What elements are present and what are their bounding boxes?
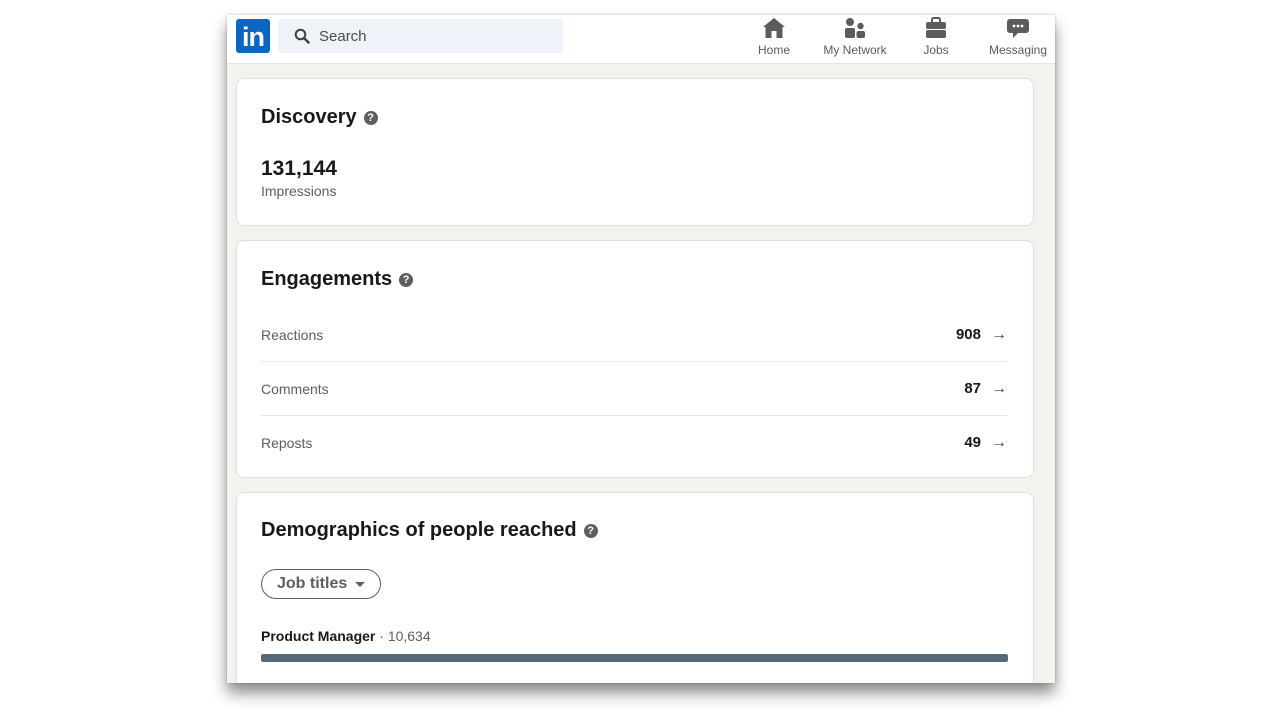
- help-icon[interactable]: ?: [399, 272, 414, 287]
- nav-jobs[interactable]: Jobs: [916, 17, 956, 61]
- nav-home-label: Home: [757, 43, 790, 57]
- engagement-label: Reactions: [261, 326, 324, 343]
- linkedin-logo[interactable]: in: [236, 19, 270, 53]
- engagement-value-group: 87 →: [964, 380, 1007, 398]
- messaging-icon: [1007, 19, 1029, 38]
- engagements-title: Engagements: [261, 268, 393, 290]
- arrow-right-icon: →: [991, 325, 1007, 343]
- demographic-count: 10,634: [387, 628, 431, 644]
- engagement-value: 908: [955, 326, 981, 343]
- demographic-bar-fill: [261, 654, 1008, 662]
- engagement-value-group: 908 →: [956, 326, 1007, 344]
- engagements-card: Engagements ? Reactions 908 → Comments 8…: [236, 240, 1034, 478]
- nav-my-network-label: My Network: [823, 43, 887, 57]
- top-navigation-bar: in Search Home My Network Jobs Messaging: [227, 15, 1055, 64]
- nav-messaging[interactable]: Messaging: [983, 17, 1053, 61]
- help-icon[interactable]: ?: [363, 110, 378, 125]
- impressions-value: 131,144: [261, 157, 337, 180]
- arrow-right-icon: →: [991, 379, 1007, 397]
- nav-my-network[interactable]: My Network: [817, 17, 893, 61]
- job-titles-dropdown[interactable]: Job titles: [261, 569, 382, 599]
- engagement-label: Reposts: [261, 434, 313, 451]
- search-box[interactable]: Search: [278, 19, 563, 53]
- discovery-title: Discovery: [261, 106, 357, 128]
- engagement-row-comments[interactable]: Comments 87 →: [261, 362, 1007, 416]
- engagement-row-reactions[interactable]: Reactions 908 →: [261, 308, 1007, 362]
- engagements-title-row: Engagements ?: [261, 268, 414, 291]
- engagement-row-reposts[interactable]: Reposts 49 →: [261, 416, 1007, 469]
- impressions-label: Impressions: [261, 183, 337, 199]
- search-placeholder: Search: [319, 28, 367, 45]
- discovery-card: Discovery ? 131,144 Impressions: [236, 78, 1034, 226]
- demographics-title: Demographics of people reached: [261, 519, 577, 541]
- demographic-title: Product Manager: [261, 628, 376, 644]
- demographics-title-row: Demographics of people reached ?: [261, 519, 598, 542]
- demographic-item: Product Manager · 10,634: [261, 628, 431, 644]
- engagement-value: 49: [964, 434, 981, 451]
- engagement-value: 87: [964, 380, 981, 397]
- caret-down-icon: [355, 581, 366, 587]
- nav-home[interactable]: Home: [754, 17, 794, 61]
- demographic-separator: ·: [375, 628, 388, 644]
- linkedin-window: in Search Home My Network Jobs Messaging…: [227, 15, 1055, 683]
- jobs-icon: [926, 17, 946, 38]
- demographic-bar-track: [261, 654, 1008, 662]
- help-icon[interactable]: ?: [583, 523, 598, 538]
- search-icon: [294, 28, 310, 44]
- home-icon: [763, 18, 785, 38]
- nav-messaging-label: Messaging: [988, 43, 1048, 57]
- discovery-title-row: Discovery ?: [261, 106, 378, 129]
- my-network-icon: [845, 18, 865, 38]
- dropdown-label: Job titles: [277, 575, 348, 592]
- engagement-label: Comments: [261, 380, 329, 397]
- arrow-right-icon: →: [991, 433, 1007, 451]
- engagement-value-group: 49 →: [964, 434, 1007, 452]
- demographics-card: Demographics of people reached ? Job tit…: [236, 492, 1034, 683]
- nav-jobs-label: Jobs: [923, 43, 949, 57]
